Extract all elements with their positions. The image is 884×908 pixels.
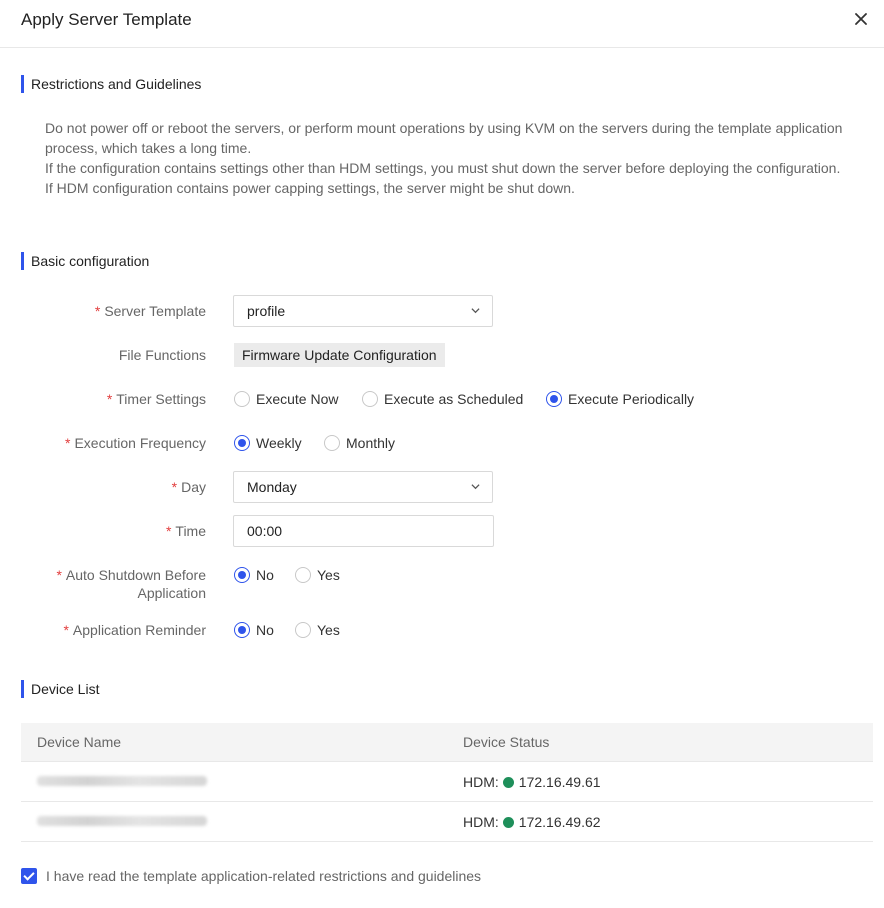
required-mark: * xyxy=(63,622,69,638)
device-name-redacted xyxy=(37,773,207,789)
radio-execute-periodically[interactable]: Execute Periodically xyxy=(546,390,694,408)
radio-weekly[interactable]: Weekly xyxy=(234,434,302,452)
device-name-redacted xyxy=(37,813,207,829)
chevron-down-icon xyxy=(471,484,480,490)
required-mark: * xyxy=(165,523,172,539)
column-header-device-name: Device Name xyxy=(37,734,122,750)
radio-circle xyxy=(234,435,250,451)
auto-shutdown-label: * Auto Shutdown Before Application xyxy=(56,567,206,601)
required-mark: * xyxy=(56,567,62,583)
file-functions-tag: Firmware Update Configuration xyxy=(234,343,445,367)
radio-circle xyxy=(234,622,250,638)
radio-reminder-no[interactable]: No xyxy=(234,621,274,639)
table-row[interactable]: HDM: 172.16.49.62 xyxy=(21,802,873,842)
time-input[interactable] xyxy=(233,515,494,547)
device-list-section-title: Device List xyxy=(21,680,99,698)
agreement-label: I have read the template application-rel… xyxy=(46,868,482,884)
restrictions-section-title: Restrictions and Guidelines xyxy=(21,75,201,93)
radio-circle xyxy=(362,391,378,407)
required-mark: * xyxy=(106,391,113,407)
application-reminder-label: * Application Reminder xyxy=(63,622,206,638)
radio-reminder-yes[interactable]: Yes xyxy=(295,621,340,639)
dialog-title: Apply Server Template xyxy=(21,10,192,29)
day-select[interactable]: Monday xyxy=(233,471,493,503)
guideline-line: If HDM configuration contains power capp… xyxy=(45,180,575,196)
radio-circle xyxy=(295,567,311,583)
close-icon[interactable] xyxy=(850,8,872,30)
radio-circle xyxy=(234,391,250,407)
checkbox-checked-icon xyxy=(21,868,37,884)
radio-execute-now[interactable]: Execute Now xyxy=(234,390,338,408)
close-icon-glyph xyxy=(855,13,867,25)
required-mark: * xyxy=(171,479,178,495)
status-online-dot xyxy=(502,816,514,828)
server-template-value: profile xyxy=(247,303,286,319)
table-row[interactable]: HDM: 172.16.49.61 xyxy=(21,762,873,802)
required-mark: * xyxy=(94,303,101,319)
guideline-line: If the configuration contains settings o… xyxy=(45,160,841,176)
radio-circle xyxy=(324,435,340,451)
guideline-line: Do not power off or reboot the servers, … xyxy=(45,120,843,156)
radio-auto-shutdown-no[interactable]: No xyxy=(234,566,274,584)
radio-execute-as-scheduled[interactable]: Execute as Scheduled xyxy=(362,390,523,408)
device-status: HDM: 172.16.49.61 xyxy=(463,774,601,790)
server-template-select[interactable]: profile xyxy=(233,295,493,327)
column-header-device-status: Device Status xyxy=(463,734,550,750)
status-online-dot xyxy=(502,776,514,788)
radio-circle xyxy=(295,622,311,638)
execution-frequency-label: * Execution Frequency xyxy=(65,435,206,451)
time-label: * Time xyxy=(165,523,206,539)
required-mark: * xyxy=(65,435,71,451)
dialog-header: Apply Server Template xyxy=(0,0,884,48)
guidelines-text: Do not power off or reboot the servers, … xyxy=(45,118,845,198)
chevron-down-icon xyxy=(471,308,480,314)
radio-circle xyxy=(234,567,250,583)
server-template-label: * Server Template xyxy=(94,303,206,319)
day-value: Monday xyxy=(247,479,297,495)
device-status: HDM: 172.16.49.62 xyxy=(463,814,601,830)
timer-settings-label: * Timer Settings xyxy=(106,391,206,407)
agreement-checkbox[interactable]: I have read the template application-rel… xyxy=(21,867,481,885)
radio-circle xyxy=(546,391,562,407)
basic-config-section-title: Basic configuration xyxy=(21,252,149,270)
radio-monthly[interactable]: Monthly xyxy=(324,434,395,452)
device-table: Device Name Device Status HDM: 172.16.49… xyxy=(21,723,873,842)
day-label: * Day xyxy=(171,479,206,495)
file-functions-label: File Functions xyxy=(118,347,206,363)
table-header: Device Name Device Status xyxy=(21,723,873,762)
radio-auto-shutdown-yes[interactable]: Yes xyxy=(295,566,340,584)
